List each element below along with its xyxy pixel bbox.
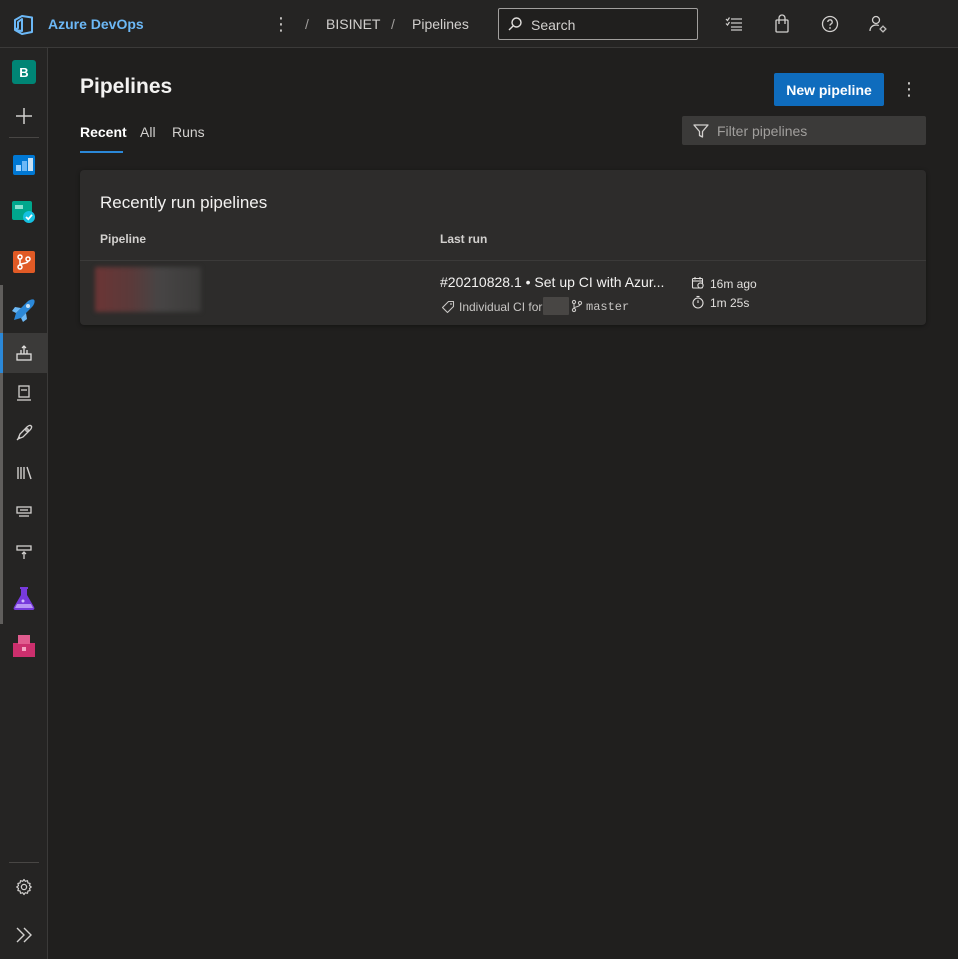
nav-environments[interactable] — [0, 373, 48, 413]
tab-all[interactable]: All — [140, 124, 156, 140]
project-initial: B — [12, 60, 36, 84]
nav-library[interactable] — [0, 453, 48, 493]
breadcrumb-pipelines[interactable]: Pipelines — [412, 16, 469, 32]
nav-task-groups[interactable] — [0, 492, 48, 532]
help-icon[interactable] — [820, 14, 840, 34]
rocket-icon — [12, 299, 35, 322]
release-rocket-icon — [16, 424, 33, 441]
column-header-pipeline: Pipeline — [100, 232, 147, 246]
stopwatch-icon — [692, 295, 704, 309]
server-icon — [17, 385, 31, 401]
flask-icon — [13, 587, 35, 610]
nav-test-overview[interactable] — [0, 192, 48, 232]
nav-add[interactable] — [0, 96, 48, 136]
brand-title[interactable]: Azure DevOps — [48, 16, 144, 32]
more-vertical-icon[interactable]: ⋮ — [900, 78, 918, 100]
breadcrumb-project[interactable]: BISINET — [326, 16, 380, 32]
nav-test-plans[interactable] — [0, 578, 48, 618]
user-settings-icon[interactable] — [868, 14, 888, 34]
shopping-bag-icon[interactable] — [772, 14, 792, 34]
row-divider — [80, 260, 926, 261]
nav-divider — [9, 862, 39, 863]
nav-boards[interactable] — [0, 145, 48, 185]
repos-icon — [13, 251, 35, 273]
nav-project-settings[interactable] — [0, 867, 48, 907]
recent-pipelines-card: Recently run pipelines Pipeline Last run… — [80, 170, 926, 325]
task-list-icon[interactable] — [724, 14, 744, 34]
top-bar: Azure DevOps ⋮ / BISINET / Pipelines Sea… — [0, 0, 958, 48]
breadcrumb-separator: / — [305, 16, 309, 32]
filter-icon — [693, 124, 709, 138]
run-reason: Individual CI for — [459, 300, 543, 314]
package-icon — [13, 635, 35, 657]
tab-runs[interactable]: Runs — [172, 124, 205, 140]
run-title[interactable]: #20210828.1 • Set up CI with Azur... — [440, 274, 664, 290]
new-pipeline-button[interactable]: New pipeline — [774, 73, 884, 106]
task-group-icon — [16, 506, 32, 517]
search-placeholder: Search — [531, 17, 576, 33]
filter-placeholder: Filter pipelines — [717, 123, 808, 139]
filter-pipelines-input[interactable]: Filter pipelines — [682, 116, 926, 145]
page-title: Pipelines — [80, 75, 173, 98]
double-chevron-right-icon — [16, 927, 32, 943]
nav-releases[interactable] — [0, 413, 48, 453]
azure-devops-logo-icon[interactable] — [12, 13, 36, 37]
left-navigation: B — [0, 48, 48, 959]
nav-pipelines[interactable] — [0, 290, 48, 330]
more-vertical-icon[interactable]: ⋮ — [272, 14, 290, 34]
tag-icon — [441, 300, 455, 314]
branch-icon — [571, 299, 583, 313]
nav-pipelines-sub[interactable] — [0, 333, 48, 373]
boards-icon — [13, 155, 35, 175]
gear-icon — [16, 878, 32, 896]
search-input[interactable]: Search — [498, 8, 698, 40]
run-started: 16m ago — [710, 277, 757, 291]
check-board-icon — [12, 201, 35, 223]
nav-repos[interactable] — [0, 242, 48, 282]
deployment-icon — [16, 545, 32, 559]
breadcrumb-separator: / — [391, 16, 395, 32]
column-header-last-run: Last run — [440, 232, 488, 246]
nav-deployment-groups[interactable] — [0, 532, 48, 572]
run-duration: 1m 25s — [710, 296, 750, 310]
pipeline-icon — [16, 345, 32, 361]
redacted-text — [543, 297, 569, 315]
card-title: Recently run pipelines — [100, 193, 268, 212]
nav-divider — [9, 137, 39, 138]
tab-recent[interactable]: Recent — [80, 124, 127, 140]
pipeline-name-redacted[interactable] — [95, 267, 201, 312]
search-icon — [508, 17, 522, 31]
project-avatar[interactable]: B — [0, 52, 48, 92]
library-icon — [17, 466, 32, 480]
branch-name[interactable]: master — [586, 300, 629, 314]
calendar-icon — [691, 277, 704, 289]
plus-icon — [16, 108, 32, 124]
tab-active-indicator — [80, 151, 123, 153]
nav-expand[interactable] — [0, 915, 48, 955]
nav-artifacts[interactable] — [0, 626, 48, 666]
